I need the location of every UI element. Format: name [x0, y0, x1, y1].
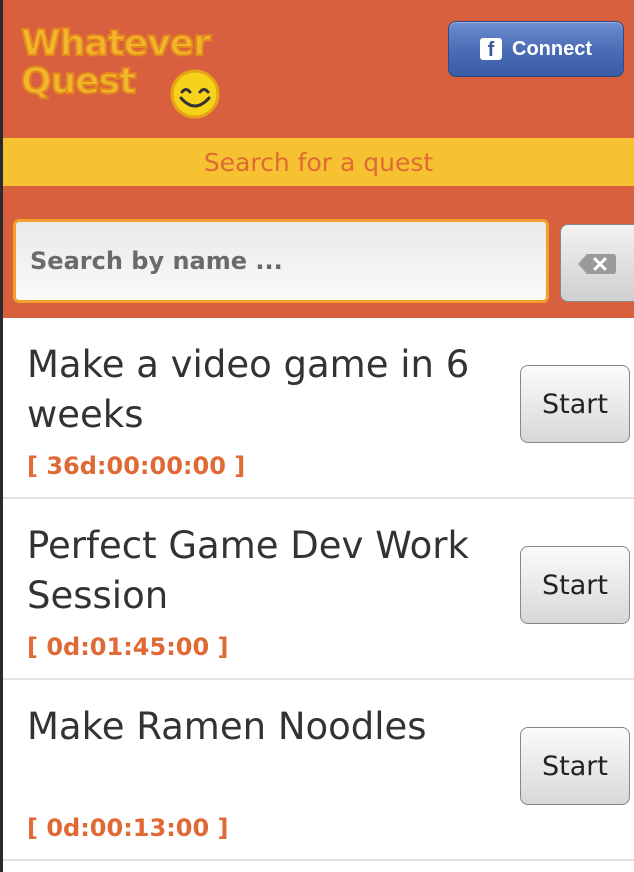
quest-list: Make a video game in 6 weeks [ 36d:00:00… — [3, 318, 634, 861]
quest-duration: [ 36d:00:00:00 ] — [27, 452, 246, 480]
start-quest-button[interactable]: Start — [520, 546, 630, 624]
quest-item: Perfect Game Dev Work Session [ 0d:01:45… — [3, 499, 634, 680]
app-logo[interactable]: Whatever Quest — [20, 23, 221, 119]
quest-duration: [ 0d:01:45:00 ] — [27, 633, 229, 661]
quest-item: Make Ramen Noodles [ 0d:00:13:00 ] Start — [3, 680, 634, 861]
facebook-connect-button[interactable]: f Connect — [448, 21, 624, 77]
quest-item: Make a video game in 6 weeks [ 36d:00:00… — [3, 318, 634, 499]
logo-text-line1: Whatever — [20, 23, 212, 65]
logo-text-line2: Quest — [20, 61, 137, 103]
facebook-icon: f — [480, 38, 502, 60]
search-banner: Search for a quest — [3, 138, 634, 186]
search-input[interactable] — [13, 219, 549, 303]
connect-label: Connect — [512, 37, 592, 60]
start-quest-button[interactable]: Start — [520, 727, 630, 805]
clear-search-button[interactable] — [560, 224, 634, 302]
quest-duration: [ 0d:00:13:00 ] — [27, 814, 229, 842]
search-bar — [3, 186, 634, 318]
quest-title: Perfect Game Dev Work Session — [27, 524, 469, 617]
app-frame: Whatever Quest f Connect Search for a qu… — [0, 0, 634, 872]
smiley-icon — [170, 69, 220, 119]
start-quest-button[interactable]: Start — [520, 365, 630, 443]
quest-title: Make Ramen Noodles — [27, 705, 427, 748]
banner-text: Search for a quest — [203, 147, 434, 177]
quest-title: Make a video game in 6 weeks — [27, 343, 470, 436]
app-header: Whatever Quest f Connect — [3, 0, 634, 138]
backspace-clear-icon — [578, 254, 616, 274]
